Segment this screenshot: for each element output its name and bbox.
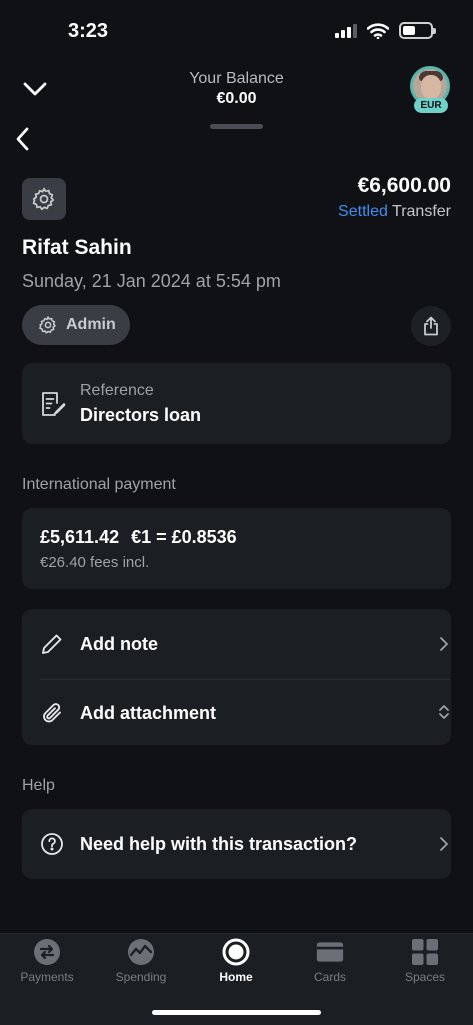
- transaction-type: Transfer: [392, 203, 451, 220]
- question-circle-icon: [41, 833, 63, 855]
- tab-spaces[interactable]: Spaces: [385, 938, 465, 984]
- converted-amount: £5,611.42: [40, 527, 120, 547]
- battery-icon: [399, 22, 436, 39]
- reference-value: Directors loan: [80, 405, 202, 425]
- wifi-icon: [367, 22, 389, 39]
- category-gear-icon: [22, 178, 66, 220]
- fees-text: €26.40 fees incl.: [40, 554, 150, 571]
- status-time: 3:23: [68, 20, 109, 42]
- tab-payments[interactable]: Payments: [7, 938, 87, 984]
- status-icons: [335, 22, 436, 39]
- tab-spending[interactable]: Spending: [101, 938, 181, 984]
- reference-card[interactable]: [22, 363, 451, 444]
- share-button[interactable]: [411, 306, 451, 346]
- document-edit-icon: [42, 392, 66, 416]
- transaction-datetime: Sunday, 21 Jan 2024 at 5:54 pm: [22, 271, 281, 291]
- signal-icon: [335, 23, 357, 38]
- home-icon: [222, 938, 250, 966]
- paperclip-icon: [43, 703, 61, 723]
- tab-label: Home: [219, 970, 253, 984]
- help-section-label: Help: [22, 777, 55, 794]
- tab-cards[interactable]: Cards: [290, 938, 370, 984]
- reference-label: Reference: [80, 382, 154, 399]
- payments-icon: [33, 938, 61, 966]
- home-indicator[interactable]: [152, 1010, 321, 1015]
- category-pill[interactable]: Admin: [22, 305, 130, 345]
- spaces-icon: [411, 938, 439, 966]
- help-question: Need help with this transaction?: [80, 833, 358, 854]
- add-note-label: Add note: [80, 633, 158, 654]
- tab-label: Payments: [20, 970, 74, 984]
- exchange-rate: €1 = £0.8536: [131, 527, 237, 547]
- chevron-right-icon: [440, 637, 448, 651]
- add-attachment-row[interactable]: Add attachment: [22, 679, 451, 747]
- add-attachment-label: Add attachment: [80, 702, 217, 723]
- merchant-name: Rifat Sahin: [22, 236, 132, 259]
- balance-value: €0.00: [216, 90, 257, 107]
- balance-label: Your Balance: [189, 70, 284, 87]
- tab-home[interactable]: Home: [196, 938, 276, 984]
- currency-badge: EUR: [414, 98, 448, 113]
- transaction-status-line: Settled Transfer: [338, 203, 451, 221]
- tab-label: Cards: [313, 970, 346, 984]
- cards-icon: [316, 938, 344, 966]
- chevron-right-icon: [440, 837, 448, 851]
- category-label: Admin: [66, 316, 116, 333]
- pencil-icon: [42, 634, 62, 654]
- international-amount-line: £5,611.42 €1 = £0.8536: [40, 527, 237, 548]
- international-section-label: International payment: [22, 476, 176, 493]
- tab-label: Spending: [115, 970, 167, 984]
- gear-icon: [39, 316, 56, 334]
- help-row[interactable]: Need help with this transaction?: [22, 809, 451, 879]
- back-chevron-icon[interactable]: [12, 126, 34, 152]
- spending-icon: [127, 938, 155, 966]
- add-note-row[interactable]: Add note: [22, 610, 451, 678]
- sheet-grab-handle[interactable]: [210, 124, 263, 129]
- transaction-amount: €6,600.00: [357, 174, 451, 197]
- status-settled: Settled: [338, 203, 388, 220]
- international-card: [22, 508, 451, 589]
- share-icon: [424, 316, 438, 336]
- expand-updown-icon: [439, 705, 449, 719]
- tab-label: Spaces: [404, 970, 446, 984]
